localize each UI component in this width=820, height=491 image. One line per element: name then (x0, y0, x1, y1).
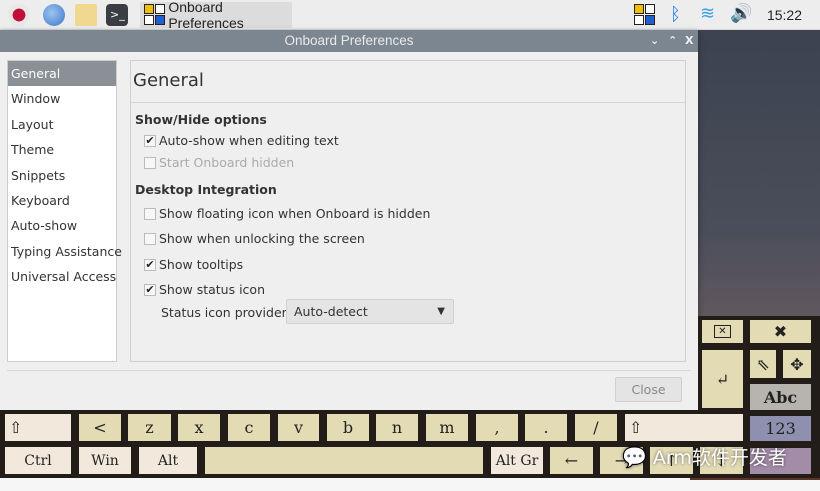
alt-key[interactable]: Alt (136, 444, 200, 477)
bluetooth-icon[interactable]: ᛒ (670, 4, 681, 25)
key-2[interactable]: z (125, 411, 174, 444)
option-start-hidden: Start Onboard hidden (144, 155, 294, 170)
key-7[interactable]: n (373, 411, 421, 444)
move-icon: ✥ (790, 354, 804, 374)
key-9[interactable]: , (473, 411, 521, 444)
key-1[interactable]: < (76, 411, 124, 444)
option-auto-show[interactable]: ✔ Auto-show when editing text (144, 133, 339, 148)
panel-title: General (131, 61, 685, 103)
key-3[interactable]: x (175, 411, 223, 444)
dialog-titlebar[interactable]: Onboard Preferences (0, 30, 698, 52)
preferences-dialog: Onboard Preferences ⌄ ⌃ X General Window… (0, 30, 698, 410)
left-arrow-key[interactable]: ← (547, 444, 596, 477)
sidebar-item-keyboard[interactable]: Keyboard (8, 188, 116, 213)
move-key[interactable]: ✥ (780, 347, 814, 381)
shift-key[interactable]: ⇧ (622, 411, 746, 444)
option-unlock-screen[interactable]: Show when unlocking the screen (144, 231, 365, 246)
watermark-text: Arm软件开发者 (652, 447, 787, 469)
sidebar-item-auto-show[interactable]: Auto-show (8, 213, 116, 238)
option-label: Show when unlocking the screen (159, 231, 365, 246)
minimize-button[interactable]: ⌄ (650, 30, 659, 52)
volume-icon[interactable]: 🔊 (730, 3, 752, 24)
dialog-title: Onboard Preferences (284, 33, 414, 48)
key-10[interactable]: . (522, 411, 570, 444)
web-browser-icon[interactable] (43, 4, 65, 26)
section-desktop-integration: Desktop Integration (135, 182, 277, 197)
taskbar-window-title: Onboard Preferences (168, 0, 244, 31)
close-box-icon: ✕ (714, 325, 731, 338)
raspberry-menu-icon[interactable] (8, 4, 30, 26)
option-label: Show tooltips (159, 257, 244, 272)
wifi-icon[interactable]: ≋ (700, 3, 715, 24)
clock[interactable]: 15:22 (767, 7, 802, 23)
key-6[interactable]: b (324, 411, 372, 444)
close-keyboard-key[interactable]: ✖ (747, 317, 814, 346)
ctrl-key[interactable]: Ctrl (2, 444, 74, 477)
key-11[interactable]: / (572, 411, 620, 444)
taskbar: >_ Onboard Preferences ᛒ ≋ 🔊 15:22 (0, 0, 820, 31)
file-manager-icon[interactable] (75, 4, 97, 26)
wechat-icon: 💬 (622, 444, 647, 469)
checkbox-unchecked-icon (144, 156, 156, 169)
abc-layer-key[interactable]: Abc (747, 381, 814, 413)
space-key[interactable] (202, 444, 486, 477)
sidebar-item-theme[interactable]: Theme (8, 137, 116, 162)
watermark: 💬 Arm软件开发者 (622, 443, 787, 470)
provider-label: Status icon provider: (161, 305, 291, 320)
section-show-hide: Show/Hide options (135, 112, 267, 127)
option-floating-icon[interactable]: Show floating icon when Onboard is hidde… (144, 206, 430, 221)
hide-keyboard-key[interactable]: ✕ (699, 317, 746, 346)
option-label: Show status icon (159, 282, 265, 297)
checkbox-checked-icon[interactable]: ✔ (144, 283, 156, 296)
close-window-button[interactable]: X (685, 30, 693, 52)
altgr-key[interactable]: Alt Gr (488, 444, 546, 477)
sidebar-item-general[interactable]: General (8, 61, 116, 87)
option-status-icon[interactable]: ✔ Show status icon (144, 282, 265, 297)
onboard-tray-icon[interactable] (634, 4, 656, 26)
option-show-tooltips[interactable]: ✔ Show tooltips (144, 257, 243, 272)
dropdown-arrow-icon: ▼ (437, 306, 445, 317)
key-8[interactable]: m (423, 411, 471, 444)
option-label: Show floating icon when Onboard is hidde… (159, 206, 431, 221)
enter-key[interactable]: ↵ (699, 347, 746, 411)
key-5[interactable]: v (275, 411, 322, 444)
terminal-icon[interactable]: >_ (106, 4, 128, 26)
select-value: Auto-detect (294, 304, 368, 319)
option-label: Auto-show when editing text (159, 133, 339, 148)
sidebar-item-window[interactable]: Window (8, 86, 116, 111)
onboard-icon (144, 4, 165, 26)
sidebar-item-universal-access[interactable]: Universal Access (8, 264, 116, 289)
number-layer-key[interactable]: 123 (747, 413, 814, 444)
maximize-button[interactable]: ⌃ (668, 30, 677, 52)
checkbox-checked-icon[interactable]: ✔ (144, 258, 156, 271)
click-mode-key[interactable]: ⇖ (747, 347, 779, 381)
sidebar-item-layout[interactable]: Layout (8, 112, 116, 137)
close-button[interactable]: Close (615, 377, 682, 402)
checkbox-unchecked-icon[interactable] (144, 207, 156, 220)
general-panel: General Show/Hide options ✔ Auto-show whe… (130, 60, 686, 362)
taskbar-window-button[interactable]: Onboard Preferences (140, 0, 292, 31)
pointer-icon: ⇖ (756, 354, 770, 374)
sidebar-item-typing-assistance[interactable]: Typing Assistance (8, 239, 122, 264)
checkbox-checked-icon[interactable]: ✔ (144, 134, 156, 147)
sidebar-item-snippets[interactable]: Snippets (8, 163, 116, 188)
win-key[interactable]: Win (76, 444, 134, 477)
option-label: Start Onboard hidden (159, 155, 295, 170)
key-4[interactable]: c (225, 411, 273, 444)
divider (7, 370, 691, 371)
status-icon-provider-select[interactable]: Auto-detect ▼ (286, 299, 454, 324)
checkbox-unchecked-icon[interactable] (144, 232, 156, 245)
sidebar: General Window Layout Theme Snippets Key… (7, 60, 122, 362)
return-arrow-icon: ↵ (715, 369, 730, 389)
shift-key[interactable]: ⇧ (2, 411, 74, 444)
